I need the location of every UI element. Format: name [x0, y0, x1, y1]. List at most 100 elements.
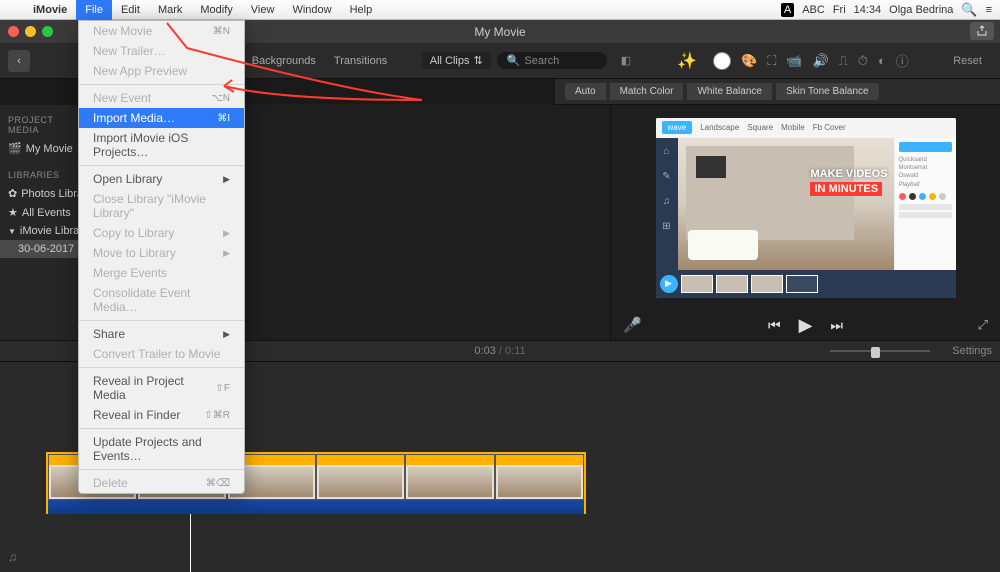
spotlight-icon[interactable]: 🔍 [961, 2, 977, 18]
close-window-button[interactable] [8, 26, 19, 37]
menu-view[interactable]: View [242, 0, 284, 20]
file-menu-item[interactable]: Open Library▶ [79, 169, 244, 189]
file-menu-item: Merge Events [79, 263, 244, 283]
speed-icon[interactable]: ⏱ [858, 53, 868, 69]
audio-track-icon[interactable]: ♫ [8, 550, 17, 564]
time-total: 0:11 [505, 345, 526, 357]
sidebar-event-selected[interactable]: 30-06-2017 [0, 240, 79, 258]
user-name[interactable]: Olga Bedrina [889, 4, 953, 16]
menu-file[interactable]: File [76, 0, 112, 20]
noise-reduce-icon[interactable]: ⎍ [839, 53, 848, 69]
file-menu-item: Consolidate Event Media… [79, 283, 244, 317]
side-label: All Events [22, 207, 71, 219]
zoom-slider-knob[interactable] [871, 347, 880, 358]
menu-edit[interactable]: Edit [112, 0, 149, 20]
font-opt: Montserrat [899, 164, 952, 172]
chevron-left-icon: ‹ [17, 55, 21, 67]
tab-backgrounds[interactable]: Backgrounds [252, 55, 316, 67]
file-menu-item: Delete⌘⌫ [79, 473, 244, 493]
menu-window[interactable]: Window [283, 0, 340, 20]
menubar-right: A ABC Fri 14:34 Olga Bedrina 🔍 ≡ [781, 2, 1000, 18]
color-skin-tone[interactable]: Skin Tone Balance [776, 83, 879, 100]
back-button[interactable]: ‹ [8, 50, 30, 72]
file-menu-item: New App Preview [79, 61, 244, 81]
sidebar-project[interactable]: 🎬 My Movie [0, 139, 79, 158]
minimize-window-button[interactable] [25, 26, 36, 37]
fullscreen-icon[interactable]: ⤢ [978, 317, 988, 333]
file-menu-item[interactable]: Import Media…⌘I [79, 108, 244, 128]
info-icon[interactable]: ⓘ [896, 51, 909, 70]
thumbnail-size-icon[interactable]: ◧ [621, 54, 631, 67]
preview-content: wave Landscape Square Mobile Fb Cover ⌂✎… [656, 118, 956, 298]
file-menu-item[interactable]: Import iMovie iOS Projects… [79, 128, 244, 162]
menu-app[interactable]: iMovie [24, 0, 76, 20]
search-icon: 🔍 [507, 54, 521, 67]
color-balance-icon[interactable] [713, 52, 731, 70]
sidebar-all-events[interactable]: ★ All Events [0, 203, 79, 222]
font-opt: Quicksand [899, 156, 952, 164]
sidebar-photos[interactable]: ✿ Photos Library [0, 184, 79, 203]
sidebar-imovie-lib[interactable]: ▼ iMovie Library [0, 222, 79, 240]
wave-bottom-bar: ▶ [656, 270, 956, 298]
clips-filter-dropdown[interactable]: All Clips ⇅ [422, 52, 491, 69]
color-white-balance[interactable]: White Balance [687, 83, 771, 100]
overlay-line2: IN MINUTES [810, 182, 882, 196]
file-menu-item: Convert Trailer to Movie [79, 344, 244, 364]
reset-button[interactable]: Reset [943, 55, 992, 67]
preview-overlay-text: MAKE VIDEOS IN MINUTES [810, 168, 887, 196]
file-menu-item[interactable]: Reveal in Finder⇧⌘R [79, 405, 244, 425]
clock-time: 14:34 [854, 4, 882, 16]
file-menu-item: Copy to Library▶ [79, 223, 244, 243]
file-menu-item: Move to Library▶ [79, 243, 244, 263]
chevron-updown-icon: ⇅ [473, 54, 482, 67]
play-button[interactable]: ▶ [799, 315, 813, 336]
disclosure-triangle-icon[interactable]: ▼ [8, 227, 16, 236]
crop-icon[interactable]: ⛶ [767, 53, 776, 69]
notifications-icon[interactable]: ≡ [986, 4, 992, 16]
file-menu-dropdown: New Movie⌘NNew Trailer…New App Preview Ne… [78, 20, 245, 494]
font-opt: Playball [899, 181, 952, 189]
color-correction-icon[interactable]: 🎨 [741, 53, 757, 69]
file-menu-item[interactable]: Share▶ [79, 324, 244, 344]
sidebar-header-libraries: LIBRARIES [0, 166, 79, 184]
play-icon: ▶ [660, 275, 678, 293]
fullscreen-window-button[interactable] [42, 26, 53, 37]
tab-transitions[interactable]: Transitions [334, 55, 387, 67]
color-auto[interactable]: Auto [565, 83, 606, 100]
color-match[interactable]: Match Color [610, 83, 684, 100]
transport-controls: 🎤 ⏮ ▶ ⏭ ⤢ [611, 310, 1000, 340]
zoom-slider-track[interactable] [830, 350, 930, 352]
menu-modify[interactable]: Modify [191, 0, 241, 20]
wave-right-panel: Quicksand Montserrat Oswald Playball [894, 138, 956, 270]
font-opt: Oswald [899, 172, 952, 180]
preview-wave-tabs: wave Landscape Square Mobile Fb Cover [656, 118, 956, 138]
input-source-icon[interactable]: A [781, 3, 794, 17]
magic-wand-icon[interactable]: ✨ [677, 51, 697, 71]
time-current: 0:03 [474, 345, 495, 357]
filter-icon[interactable]: ◐ [878, 53, 886, 68]
menu-help[interactable]: Help [341, 0, 382, 20]
file-menu-item: New Event⌥N [79, 88, 244, 108]
stabilize-icon[interactable]: 📹 [786, 53, 802, 69]
preview-viewer: wave Landscape Square Mobile Fb Cover ⌂✎… [610, 105, 1000, 340]
file-menu-item[interactable]: Update Projects and Events… [79, 432, 244, 466]
share-button[interactable] [970, 22, 994, 40]
preview-box: wave Landscape Square Mobile Fb Cover ⌂✎… [611, 105, 1000, 310]
settings-button[interactable]: Settings [952, 345, 992, 357]
inspector-icons: 🎨 ⛶ 📹 🔊 ⎍ ⏱ ◐ ⓘ [713, 51, 909, 70]
file-menu-item: New Trailer… [79, 41, 244, 61]
clip-audio-waveform [48, 500, 584, 514]
file-menu-item[interactable]: Reveal in Project Media⇧F [79, 371, 244, 405]
volume-icon[interactable]: 🔊 [813, 53, 829, 69]
clips-filter-label: All Clips [430, 55, 470, 67]
menu-mark[interactable]: Mark [149, 0, 191, 20]
next-button[interactable]: ⏭ [830, 317, 843, 334]
file-menu-item: New Movie⌘N [79, 21, 244, 41]
prev-button[interactable]: ⏮ [768, 317, 781, 334]
microphone-icon[interactable]: 🎤 [623, 316, 642, 334]
color-balance-tabs: Auto Match Color White Balance Skin Tone… [555, 79, 1000, 105]
playhead-time: 0:03 / 0:11 [474, 345, 525, 357]
overlay-line1: MAKE VIDEOS [810, 168, 887, 180]
wave-tab: Mobile [781, 123, 805, 132]
search-field[interactable]: 🔍 Search [497, 52, 607, 69]
